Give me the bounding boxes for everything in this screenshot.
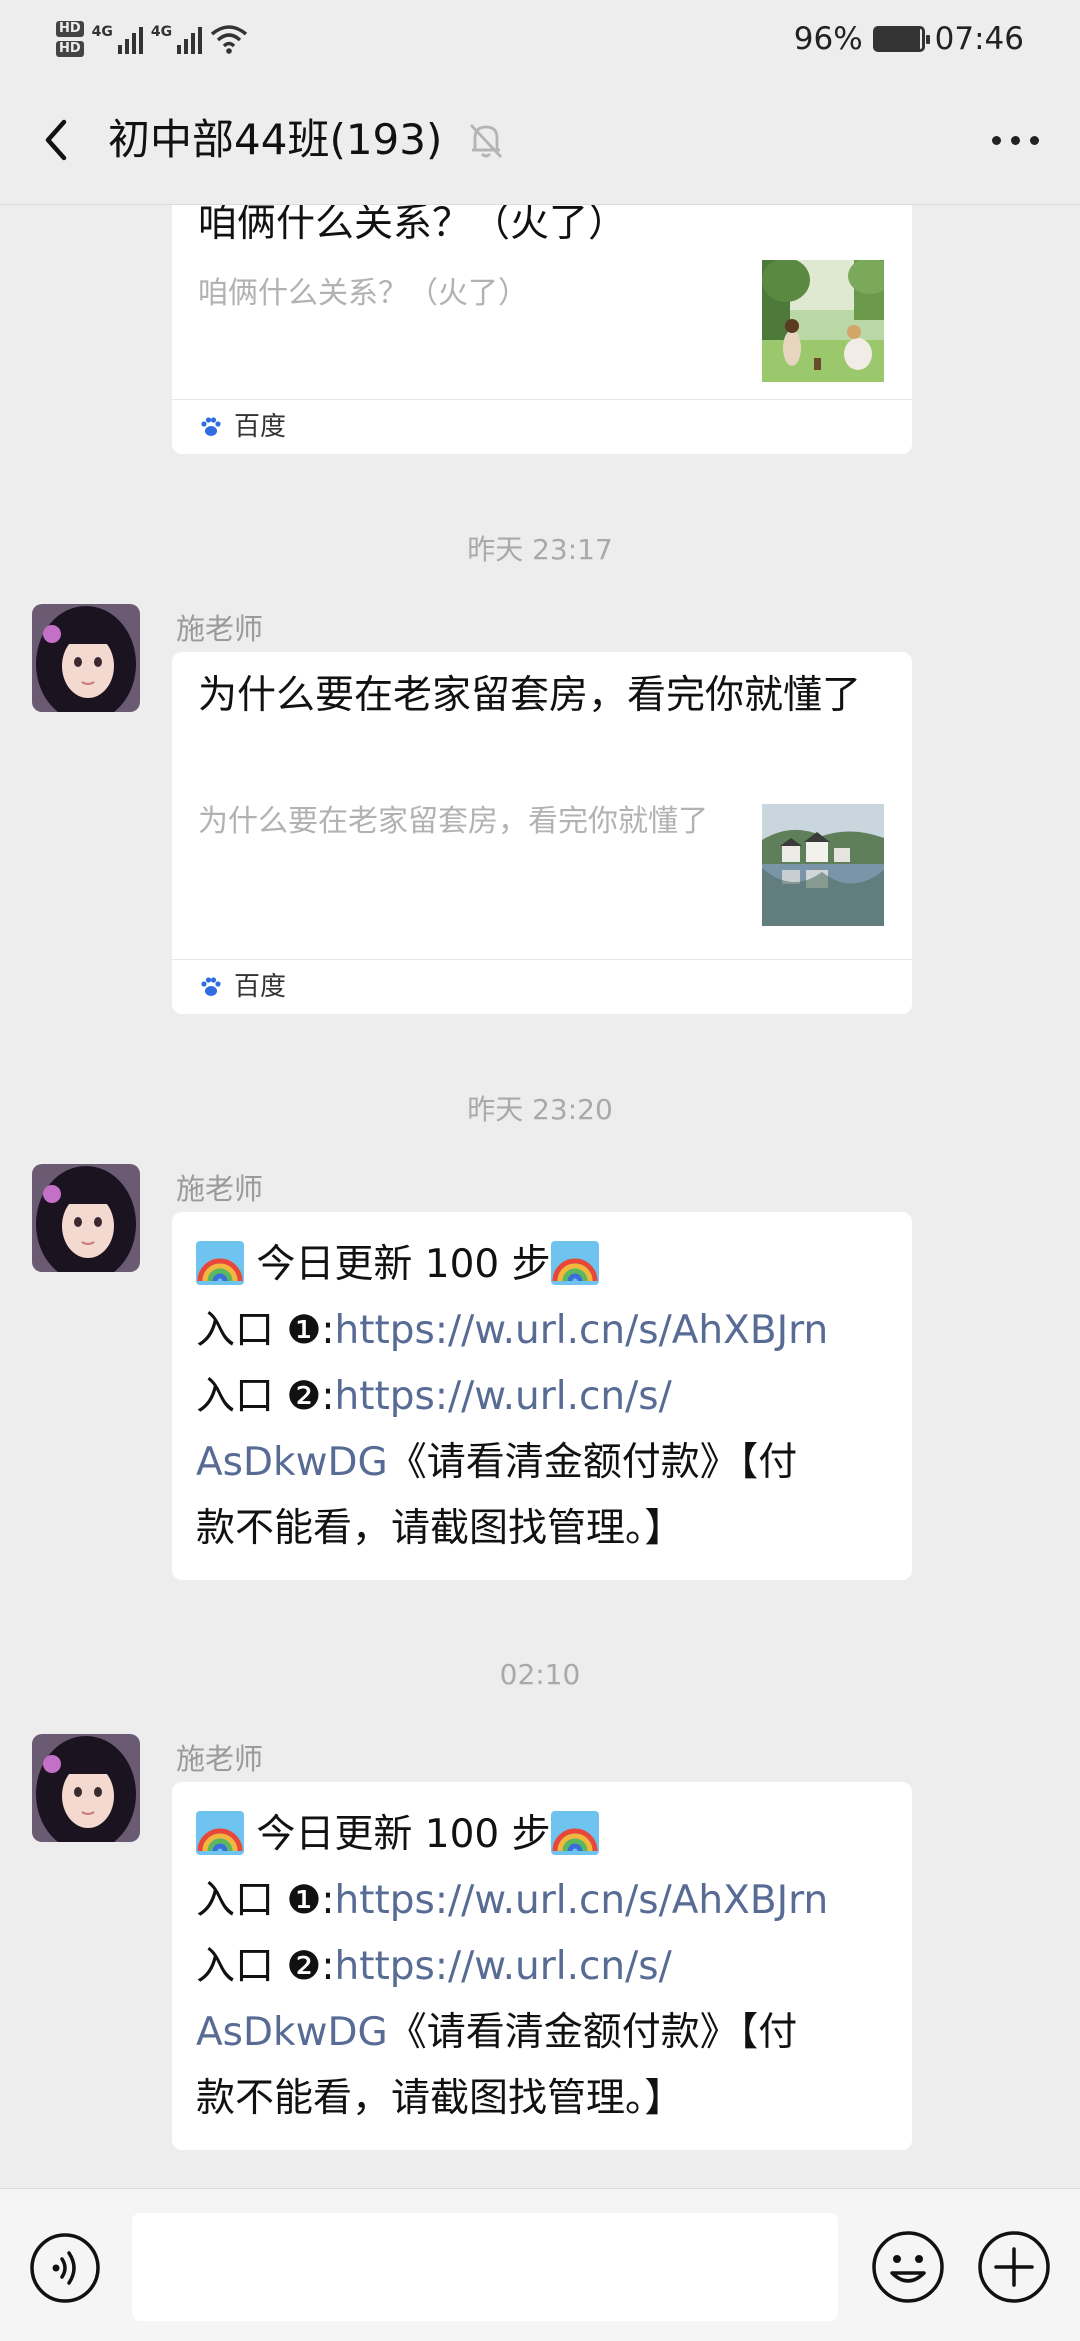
hd-badge: HD — [56, 21, 84, 37]
signal-icon: 4G — [151, 24, 203, 54]
rainbow-icon — [550, 1241, 599, 1285]
voice-icon[interactable] — [28, 2231, 102, 2305]
link-card-message[interactable]: 咱俩什么关系？（火了） 咱俩什么关系？（火了） 百度 — [172, 204, 912, 454]
card-source: 百度 — [172, 959, 912, 1014]
input-bar — [0, 2188, 1080, 2341]
rainbow-icon — [550, 1811, 599, 1855]
link-card-message[interactable]: 为什么要在老家留套房，看完你就懂了 为什么要在老家留套房，看完你就懂了 百度 — [172, 652, 912, 1014]
message-list[interactable]: 咱俩什么关系？（火了） 咱俩什么关系？（火了） 百度 昨天 23:17 施老师 … — [0, 204, 1080, 2188]
message-timestamp: 昨天 23:17 — [467, 533, 613, 566]
sender-name: 施老师 — [176, 612, 264, 646]
plus-icon[interactable] — [976, 2229, 1052, 2305]
chat-title: 初中部44班(193) — [108, 115, 443, 164]
card-description: 为什么要在老家留套房，看完你就懂了 — [198, 804, 708, 839]
card-thumbnail — [762, 260, 884, 382]
wifi-icon — [211, 25, 248, 54]
sender-name: 施老师 — [176, 1742, 264, 1776]
card-thumbnail — [762, 804, 884, 926]
chat-header: 初中部44班(193) — [0, 76, 1080, 205]
message-timestamp: 昨天 23:20 — [467, 1093, 613, 1126]
status-bar: HD HD 4G 4G 96% 07:46 — [0, 0, 1080, 76]
source-name: 百度 — [234, 972, 287, 1002]
url-link[interactable]: https://w.url.cn/s/ — [335, 1374, 672, 1419]
network-indicators: HD HD 4G 4G — [56, 14, 248, 64]
bell-off-icon — [469, 124, 503, 158]
battery-percent: 96% — [793, 21, 863, 57]
url-link[interactable]: AsDkwDG — [196, 2010, 388, 2055]
message-input[interactable] — [132, 2213, 838, 2321]
source-name: 百度 — [234, 412, 287, 442]
smiley-icon[interactable] — [870, 2229, 946, 2305]
text-message-bubble[interactable]: 今日更新 100 步 入口 ❶:https://w.url.cn/s/AhXBJ… — [172, 1782, 912, 2150]
avatar[interactable] — [32, 1734, 140, 1842]
url-link[interactable]: https://w.url.cn/s/AhXBJrn — [335, 1308, 829, 1353]
text-message-bubble[interactable]: 今日更新 100 步 入口 ❶:https://w.url.cn/s/AhXBJ… — [172, 1212, 912, 1580]
baidu-paw-icon — [201, 977, 221, 996]
battery-icon — [872, 26, 930, 52]
card-description: 咱俩什么关系？（火了） — [198, 276, 528, 311]
clock: 07:46 — [934, 21, 1024, 57]
hd-badge: HD — [56, 41, 84, 57]
card-title: 为什么要在老家留套房，看完你就懂了 — [198, 673, 862, 718]
more-button[interactable] — [980, 114, 1050, 166]
card-source: 百度 — [172, 399, 912, 454]
avatar[interactable] — [32, 604, 140, 712]
sender-name: 施老师 — [176, 1172, 264, 1206]
rainbow-icon — [196, 1241, 244, 1285]
card-title: 咱俩什么关系？（火了） — [198, 204, 628, 246]
avatar[interactable] — [32, 1164, 140, 1272]
chevron-left-icon[interactable] — [30, 112, 86, 168]
url-link[interactable]: https://w.url.cn/s/AhXBJrn — [335, 1878, 829, 1923]
rainbow-icon — [196, 1811, 244, 1855]
url-link[interactable]: AsDkwDG — [196, 1440, 388, 1485]
ellipsis-icon — [991, 135, 1001, 145]
signal-icon: 4G — [92, 24, 143, 54]
url-link[interactable]: https://w.url.cn/s/ — [335, 1944, 672, 1989]
baidu-paw-icon — [201, 417, 221, 436]
battery-level — [875, 29, 920, 49]
message-timestamp: 02:10 — [499, 1658, 581, 1691]
